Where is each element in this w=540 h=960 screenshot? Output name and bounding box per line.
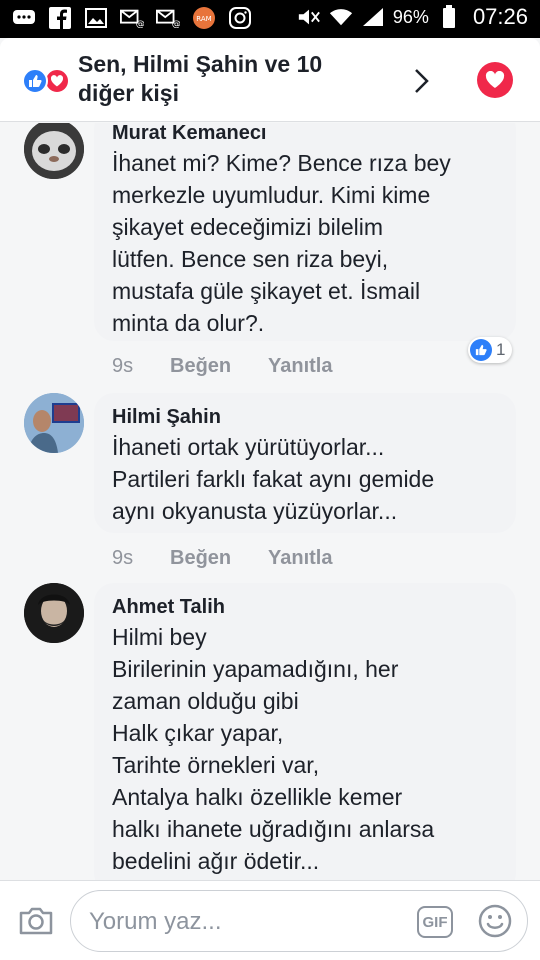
wifi-icon <box>329 5 353 29</box>
like-reaction-icon <box>22 68 48 94</box>
comment-text: İhanet mi? Kime? Bence rıza bey merkezle… <box>112 150 451 336</box>
status-bar: @ @ RAM 96% 07:26 <box>0 0 540 38</box>
avatar[interactable] <box>24 123 84 179</box>
comment-input-placeholder: Yorum yaz... <box>89 908 222 935</box>
mute-icon <box>297 5 321 29</box>
facebook-icon <box>48 6 72 30</box>
email-icon: @ <box>156 6 180 30</box>
reply-button[interactable]: Yanıtla <box>268 547 332 570</box>
svg-text:@: @ <box>136 18 144 28</box>
comment-bubble[interactable]: Ahmet Talih Hilmi bey Birilerinin yapama… <box>94 583 516 880</box>
avatar[interactable] <box>24 393 84 453</box>
comment: Hilmi Şahin İhaneti ortak yürütüyorlar..… <box>0 393 540 573</box>
gif-button[interactable]: GIF <box>417 906 453 938</box>
chevron-right-icon[interactable] <box>406 66 436 96</box>
reply-button[interactable]: Yanıtla <box>268 355 332 378</box>
comment-list[interactable]: Murat Kemanecı İhanet mi? Kime? Bence rı… <box>0 123 540 880</box>
like-reaction-icon <box>470 339 492 361</box>
reaction-count-badge[interactable]: 1 <box>468 337 512 363</box>
camera-icon[interactable] <box>18 905 54 937</box>
comment-author[interactable]: Hilmi Şahin <box>112 405 498 429</box>
gallery-icon <box>84 6 108 30</box>
ram-icon: RAM <box>192 6 216 30</box>
message-icon <box>12 6 36 30</box>
comment: Murat Kemanecı İhanet mi? Kime? Bence rı… <box>0 123 540 399</box>
signal-icon <box>361 5 385 29</box>
like-button[interactable]: Beğen <box>170 355 268 378</box>
avatar[interactable] <box>24 583 84 643</box>
comment-composer: Yorum yaz... GIF <box>0 880 540 960</box>
reaction-summary[interactable] <box>22 68 72 94</box>
reaction-count: 1 <box>496 340 506 359</box>
email-icon: @ <box>120 6 144 30</box>
battery-percent: 96% <box>392 6 429 27</box>
comment-input[interactable]: Yorum yaz... GIF <box>70 890 528 952</box>
comment-text: Hilmi bey Birilerinin yapamadığını, her … <box>112 624 435 874</box>
comment-actions: 9s Beğen Yanıtla <box>112 547 332 570</box>
comment-bubble[interactable]: Murat Kemanecı İhanet mi? Kime? Bence rı… <box>94 123 516 341</box>
battery-icon <box>437 5 461 29</box>
comment-author[interactable]: Murat Kemanecı <box>112 123 498 145</box>
clock: 07:26 <box>472 4 528 29</box>
comment-bubble[interactable]: Hilmi Şahin İhaneti ortak yürütüyorlar..… <box>94 393 516 533</box>
svg-text:RAM: RAM <box>196 15 211 23</box>
comment-text: İhaneti ortak yürütüyorlar... Partileri … <box>112 434 435 524</box>
comment-time: 9s <box>112 355 134 377</box>
svg-text:@: @ <box>172 18 180 28</box>
emoji-icon[interactable] <box>477 903 513 939</box>
comment-actions: 9s Beğen Yanıtla <box>112 355 332 378</box>
comment-time: 9s <box>112 547 134 569</box>
reactions-title[interactable]: Sen, Hilmi Şahin ve 10 diğer kişi <box>78 50 378 108</box>
comment: Ahmet Talih Hilmi bey Birilerinin yapama… <box>0 583 540 880</box>
comment-author[interactable]: Ahmet Talih <box>112 595 498 619</box>
reactions-header: Sen, Hilmi Şahin ve 10 diğer kişi <box>0 38 540 122</box>
instagram-icon <box>228 6 252 30</box>
love-button[interactable] <box>477 62 513 98</box>
like-button[interactable]: Beğen <box>170 547 268 570</box>
